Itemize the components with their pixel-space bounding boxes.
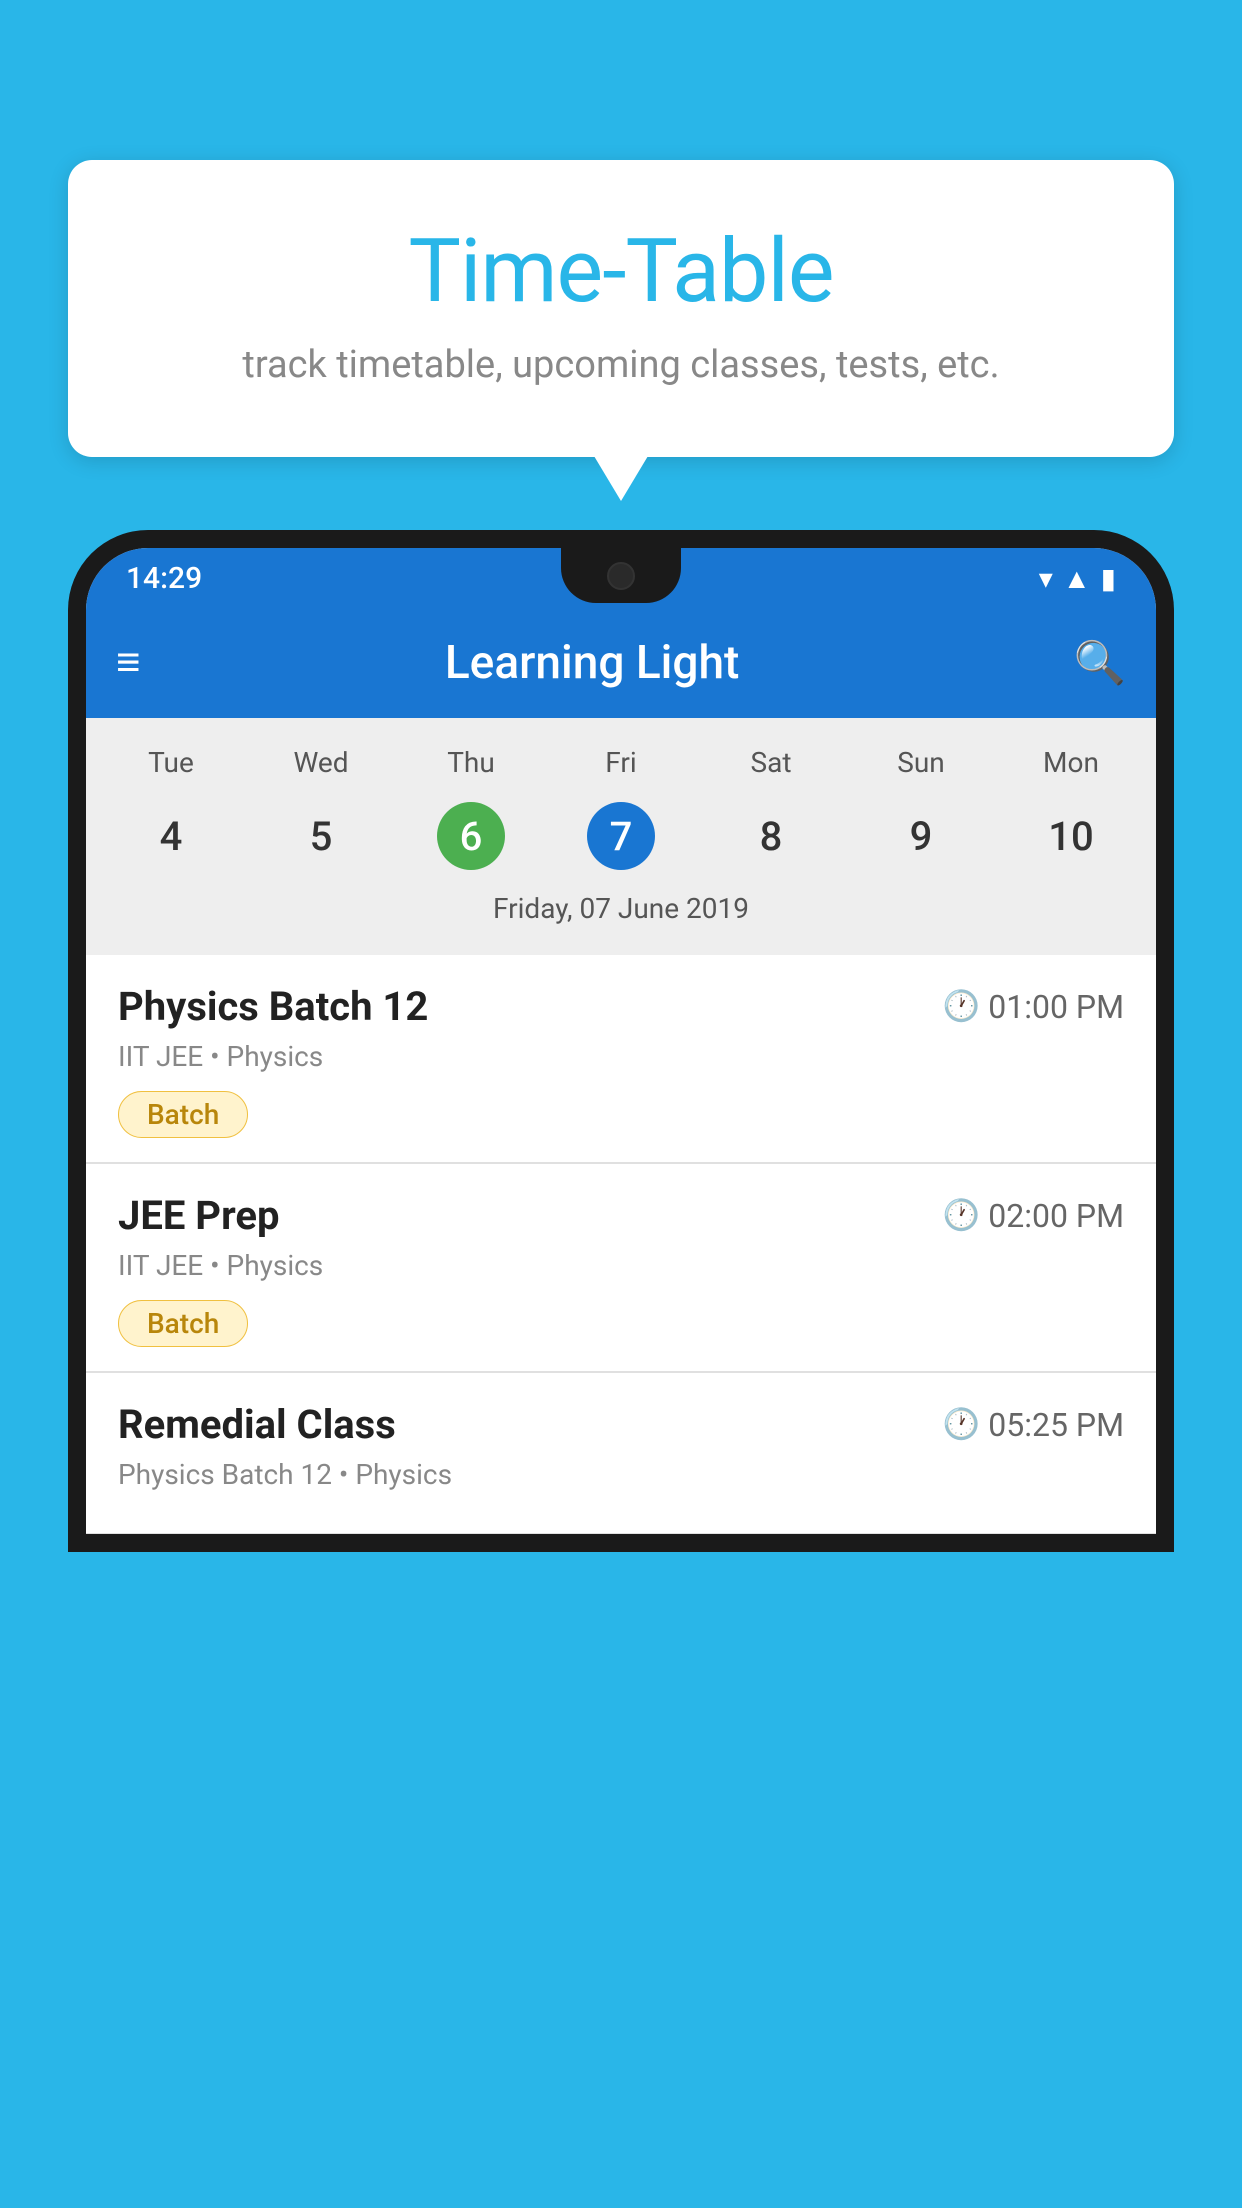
battery-icon: ▮	[1101, 562, 1116, 595]
app-title: Learning Light	[171, 636, 1014, 690]
signal-icon: ▲	[1063, 562, 1091, 595]
day-wed: Wed	[246, 738, 396, 787]
menu-icon[interactable]: ≡	[116, 642, 141, 684]
date-5[interactable]: 5	[246, 792, 396, 880]
class-item-header-3: Remedial Class 🕐 05:25 PM	[118, 1401, 1124, 1448]
app-bar: ≡ Learning Light 🔍	[86, 608, 1156, 718]
class-item-remedial[interactable]: Remedial Class 🕐 05:25 PM Physics Batch …	[86, 1373, 1156, 1534]
class-item-physics-batch-12[interactable]: Physics Batch 12 🕐 01:00 PM IIT JEE • Ph…	[86, 955, 1156, 1163]
batch-badge-1: Batch	[118, 1091, 248, 1138]
tooltip-subtitle: track timetable, upcoming classes, tests…	[118, 343, 1124, 387]
days-header: Tue Wed Thu Fri Sat Sun Mon	[86, 738, 1156, 787]
tooltip-card: Time-Table track timetable, upcoming cla…	[68, 160, 1174, 457]
class-time-2: 🕐 02:00 PM	[943, 1197, 1124, 1235]
calendar-strip: Tue Wed Thu Fri Sat Sun Mon 4 5 6 7 8 9 …	[86, 718, 1156, 955]
phone-mockup: 14:29 ▾ ▲ ▮ ≡ Learning Light 🔍 Tue Wed T…	[68, 530, 1174, 2208]
status-icons: ▾ ▲ ▮	[1039, 562, 1116, 595]
day-tue: Tue	[96, 738, 246, 787]
batch-badge-2: Batch	[118, 1300, 248, 1347]
date-9[interactable]: 9	[846, 792, 996, 880]
day-sat: Sat	[696, 738, 846, 787]
class-item-header-1: Physics Batch 12 🕐 01:00 PM	[118, 983, 1124, 1030]
class-name-1: Physics Batch 12	[118, 983, 428, 1030]
camera-icon	[607, 562, 635, 590]
status-time: 14:29	[126, 561, 202, 596]
phone-screen: 14:29 ▾ ▲ ▮ ≡ Learning Light 🔍 Tue Wed T…	[86, 548, 1156, 1534]
date-10[interactable]: 10	[996, 792, 1146, 880]
date-7-selected[interactable]: 7	[546, 792, 696, 880]
day-mon: Mon	[996, 738, 1146, 787]
days-numbers: 4 5 6 7 8 9 10	[86, 792, 1156, 880]
class-item-jee-prep[interactable]: JEE Prep 🕐 02:00 PM IIT JEE • Physics Ba…	[86, 1164, 1156, 1372]
class-detail-1: IIT JEE • Physics	[118, 1040, 1124, 1073]
date-4[interactable]: 4	[96, 792, 246, 880]
day-thu: Thu	[396, 738, 546, 787]
wifi-icon: ▾	[1039, 562, 1053, 595]
search-icon[interactable]: 🔍	[1074, 639, 1126, 688]
class-time-3: 🕐 05:25 PM	[943, 1406, 1124, 1444]
clock-icon-1: 🕐	[943, 989, 980, 1024]
selected-date-label: Friday, 07 June 2019	[86, 880, 1156, 940]
tooltip-title: Time-Table	[118, 220, 1124, 323]
class-list: Physics Batch 12 🕐 01:00 PM IIT JEE • Ph…	[86, 955, 1156, 1534]
day-sun: Sun	[846, 738, 996, 787]
clock-icon-2: 🕐	[943, 1198, 980, 1233]
phone-notch	[561, 548, 681, 603]
date-8[interactable]: 8	[696, 792, 846, 880]
class-item-header-2: JEE Prep 🕐 02:00 PM	[118, 1192, 1124, 1239]
clock-icon-3: 🕐	[943, 1407, 980, 1442]
class-name-3: Remedial Class	[118, 1401, 396, 1448]
day-fri: Fri	[546, 738, 696, 787]
date-6-today[interactable]: 6	[396, 792, 546, 880]
class-name-2: JEE Prep	[118, 1192, 279, 1239]
phone-outer: 14:29 ▾ ▲ ▮ ≡ Learning Light 🔍 Tue Wed T…	[68, 530, 1174, 1552]
class-detail-2: IIT JEE • Physics	[118, 1249, 1124, 1282]
class-time-1: 🕐 01:00 PM	[943, 988, 1124, 1026]
class-detail-3: Physics Batch 12 • Physics	[118, 1458, 1124, 1491]
